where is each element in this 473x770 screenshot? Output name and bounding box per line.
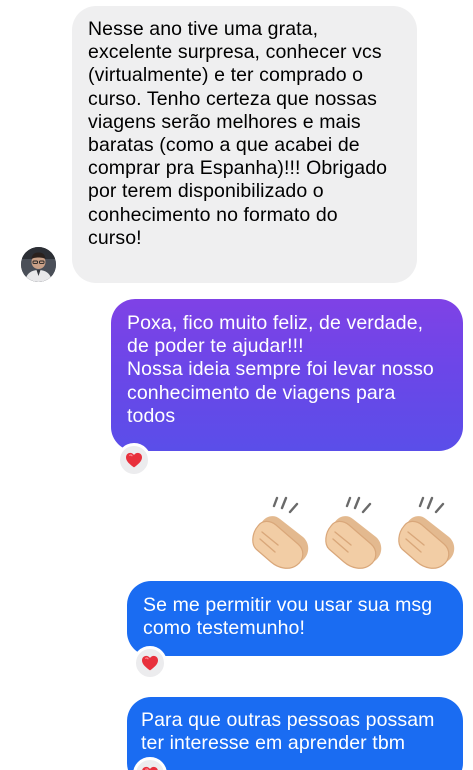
emoji-message[interactable] [248, 492, 468, 570]
outgoing-message-bubble[interactable]: Poxa, fico muito feliz, de verdade, de p… [111, 299, 463, 451]
message-line: baratas (como a que acabei de [88, 134, 360, 157]
message-line: conhecimento de viagens para [127, 381, 396, 404]
clapping-hands-icon [321, 492, 391, 570]
message-line: conhecimento no formato do [88, 203, 338, 226]
message-line: de poder te ajudar!!! [127, 335, 304, 358]
message-line: como testemunho! [143, 617, 306, 640]
message-line: ter interesse em aprender tbm [141, 732, 406, 755]
heart-reaction[interactable] [133, 646, 167, 680]
heart-icon [141, 766, 159, 770]
message-line: Poxa, fico muito feliz, de verdade, [127, 312, 424, 334]
message-line: curso! [88, 226, 142, 249]
heart-icon [125, 452, 143, 468]
message-line: por terem disponibilizado o [88, 180, 324, 203]
message-line: excelente surpresa, conhecer vcs [88, 41, 382, 64]
incoming-message-bubble[interactable]: Nesse ano tive uma grata, excelente surp… [72, 6, 417, 283]
message-line: Nesse ano tive uma grata, [88, 18, 319, 40]
message-line: comprar pra Espanha)!!! Obrigado [88, 157, 388, 180]
message-line: todos [127, 404, 176, 427]
person-avatar-icon [21, 247, 56, 282]
message-line: curso. Tenho certeza que nossas [88, 87, 377, 110]
message-line: Para que outras pessoas possam [141, 709, 435, 731]
avatar[interactable] [21, 247, 56, 282]
clapping-hands-icon [248, 492, 318, 570]
outgoing-message-bubble[interactable]: Se me permitir vou usar sua msg como tes… [127, 581, 463, 656]
heart-reaction[interactable] [117, 443, 151, 477]
message-line: Se me permitir vou usar sua msg [143, 594, 433, 616]
outgoing-message-bubble[interactable]: Para que outras pessoas possam ter inter… [127, 697, 463, 770]
heart-icon [141, 655, 159, 671]
message-line: viagens serão melhores e mais [88, 110, 361, 133]
message-line: (virtualmente) e ter comprado o [88, 64, 364, 87]
message-line: Nossa ideia sempre foi levar nosso [127, 358, 434, 381]
clapping-hands-icon [394, 492, 464, 570]
